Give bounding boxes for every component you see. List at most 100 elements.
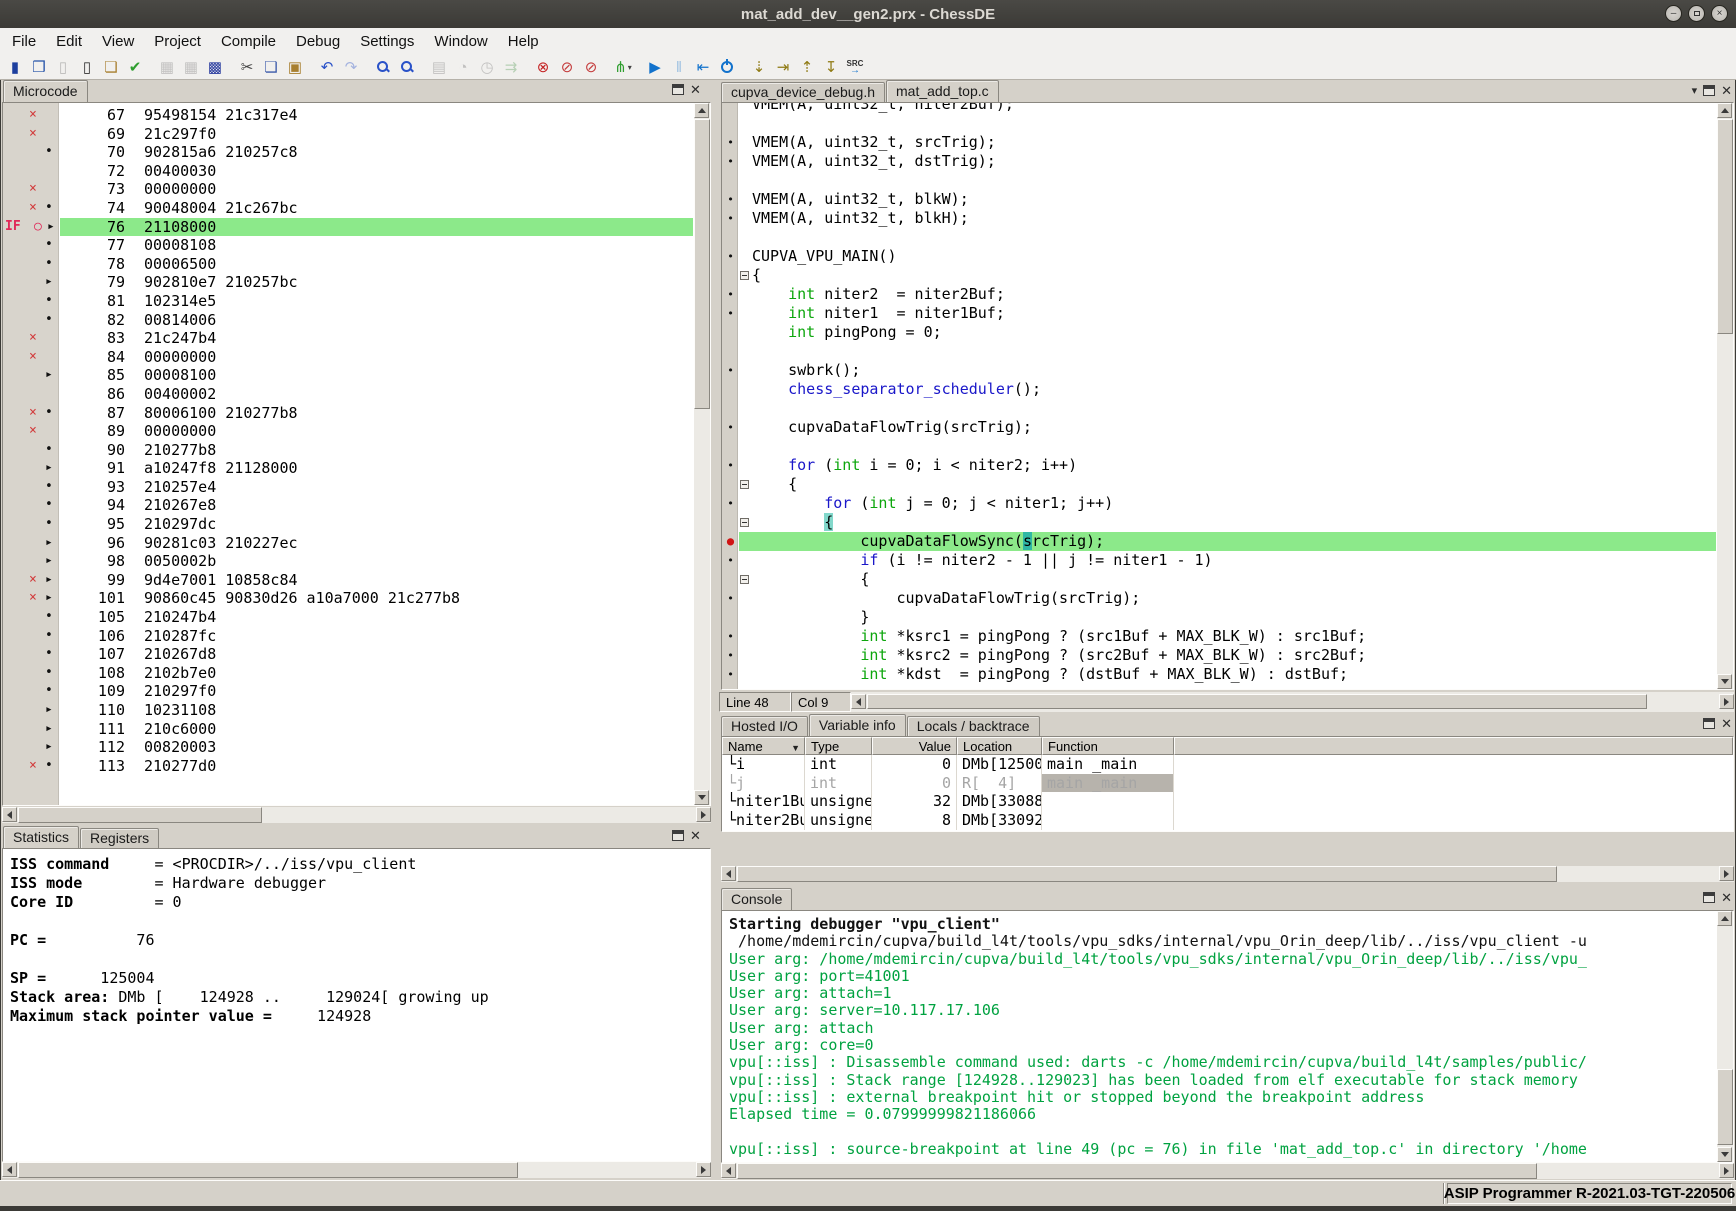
float-panel-icon[interactable]: [1703, 892, 1715, 903]
fold-collapse-icon[interactable]: [740, 480, 749, 489]
column-header-function[interactable]: Function: [1042, 737, 1174, 755]
microcode-row[interactable]: •94210267e8: [3, 496, 693, 515]
code-line[interactable]: [722, 399, 1716, 418]
menu-item-project[interactable]: Project: [144, 29, 211, 54]
toolbar-button-copy[interactable]: ❏: [259, 56, 283, 78]
code-line-gutter[interactable]: •: [722, 646, 739, 665]
code-line[interactable]: •VMEM(A, uint32_t, srcTrig);: [722, 133, 1716, 152]
tab-mat-add-top-c[interactable]: mat_add_top.c: [886, 80, 999, 102]
code-line-gutter[interactable]: [722, 266, 739, 285]
scrollbar-thumb[interactable]: [1717, 119, 1733, 334]
code-line-gutter[interactable]: •: [722, 665, 739, 684]
code-line[interactable]: • int *ksrc2 = pingPong ? (src2Buf + MAX…: [722, 646, 1716, 665]
code-line[interactable]: [722, 171, 1716, 190]
float-panel-icon[interactable]: [1703, 718, 1715, 729]
toolbar-button-run-to-cursor[interactable]: ↧: [819, 56, 843, 78]
fold-collapse-icon[interactable]: [740, 271, 749, 280]
code-line[interactable]: int pingPong = 0;: [722, 323, 1716, 342]
code-line[interactable]: chess_separator_scheduler();: [722, 380, 1716, 399]
code-line[interactable]: • if (i != niter2 - 1 || j != niter1 - 1…: [722, 551, 1716, 570]
variable-row[interactable]: └niter1Bufunsigned32DMb[33088]: [722, 792, 1733, 811]
code-line[interactable]: •VMEM(A, uint32_t, blkH);: [722, 209, 1716, 228]
microcode-row[interactable]: ×8321c247b4: [3, 329, 693, 348]
microcode-row[interactable]: 8600400002: [3, 385, 693, 404]
menu-item-compile[interactable]: Compile: [211, 29, 286, 54]
close-button[interactable]: ×: [1711, 5, 1728, 22]
code-line-gutter[interactable]: •: [722, 494, 739, 513]
console-hscrollbar[interactable]: [721, 1163, 1734, 1179]
close-panel-icon[interactable]: ✕: [690, 84, 701, 95]
statistics-hscrollbar[interactable]: [2, 1162, 711, 1178]
code-line[interactable]: • int niter2 = niter2Buf;: [722, 285, 1716, 304]
toolbar-button-stop[interactable]: ⊗: [531, 56, 555, 78]
code-line[interactable]: [722, 437, 1716, 456]
toolbar-button-scheduler-options[interactable]: ⋔▾: [611, 56, 635, 78]
column-header-value[interactable]: Value: [872, 737, 957, 755]
float-panel-icon[interactable]: [1703, 85, 1715, 96]
microcode-row[interactable]: 7200400030: [3, 162, 693, 181]
code-line[interactable]: VMEM(A, uint32_t, niter2Buf);: [722, 102, 1716, 114]
tab-locals-backtrace[interactable]: Locals / backtrace: [907, 716, 1040, 736]
microcode-row[interactable]: ×8900000000: [3, 422, 693, 441]
microcode-row[interactable]: ×6795498154 21c317e4: [3, 106, 693, 125]
toolbar-button-step-over[interactable]: ⇥: [771, 56, 795, 78]
code-line-gutter[interactable]: •: [722, 152, 739, 171]
code-line-gutter[interactable]: [722, 570, 739, 589]
microcode-row[interactable]: •7800006500: [3, 255, 693, 274]
code-line[interactable]: • cupvaDataFlowTrig(srcTrig);: [722, 589, 1716, 608]
editor-vscrollbar[interactable]: [1717, 103, 1733, 689]
minimize-button[interactable]: –: [1665, 5, 1682, 22]
code-line-gutter[interactable]: [722, 342, 739, 361]
code-line-gutter[interactable]: [722, 399, 739, 418]
microcode-row[interactable]: ×▸10190860c45 90830d26 a10a7000 21c277b8: [3, 589, 693, 608]
code-line-gutter[interactable]: [722, 608, 739, 627]
code-line-gutter[interactable]: •: [722, 627, 739, 646]
toolbar-button-project-database[interactable]: ▮: [3, 56, 27, 78]
code-line[interactable]: • int *ksrc1 = pingPong ? (src1Buf + MAX…: [722, 627, 1716, 646]
scrollbar-thumb[interactable]: [737, 866, 1557, 882]
microcode-row[interactable]: •105210247b4: [3, 608, 693, 627]
scrollbar-thumb[interactable]: [867, 694, 1647, 709]
code-line[interactable]: •VMEM(A, uint32_t, blkW);: [722, 190, 1716, 209]
code-line-gutter[interactable]: [722, 513, 739, 532]
microcode-hscrollbar[interactable]: [2, 807, 711, 823]
tab-statistics[interactable]: Statistics: [3, 826, 79, 848]
column-header-location[interactable]: Location: [957, 737, 1042, 755]
microcode-row[interactable]: ×•8780006100 210277b8: [3, 404, 693, 423]
code-line-gutter[interactable]: [722, 114, 739, 133]
maximize-button[interactable]: [1688, 5, 1705, 22]
scrollbar-thumb[interactable]: [694, 119, 710, 409]
code-line-gutter[interactable]: •: [722, 589, 739, 608]
close-panel-icon[interactable]: ✕: [690, 830, 701, 841]
scrollbar-thumb[interactable]: [18, 807, 262, 823]
code-line-gutter[interactable]: ●: [722, 532, 739, 551]
code-line[interactable]: • cupvaDataFlowTrig(srcTrig);: [722, 418, 1716, 437]
code-line-gutter[interactable]: •: [722, 418, 739, 437]
float-panel-icon[interactable]: [672, 84, 684, 95]
title-bar[interactable]: mat_add_dev__gen2.prx - ChessDE – ×: [0, 0, 1736, 28]
code-line[interactable]: ● cupvaDataFlowSync(srcTrig);: [722, 532, 1716, 551]
microcode-row[interactable]: •107210267d8: [3, 645, 693, 664]
microcode-row[interactable]: •93210257e4: [3, 478, 693, 497]
column-header-name[interactable]: Name▼: [722, 737, 805, 755]
microcode-row[interactable]: ×•113210277d0: [3, 757, 693, 776]
code-line[interactable]: [722, 342, 1716, 361]
microcode-row[interactable]: •106210287fc: [3, 627, 693, 646]
toolbar-button-cut[interactable]: ✂: [235, 56, 259, 78]
microcode-row[interactable]: •7700008108: [3, 236, 693, 255]
tab-cupva-device-debug-h[interactable]: cupva_device_debug.h: [721, 82, 885, 102]
code-line[interactable]: • for (int j = 0; j < niter1; j++): [722, 494, 1716, 513]
toolbar-button-apply-check[interactable]: ✔: [123, 56, 147, 78]
menu-item-debug[interactable]: Debug: [286, 29, 350, 54]
toolbar-button-find-replace[interactable]: [395, 56, 419, 78]
source-editor[interactable]: VMEM(A, uint32_t, niter2Buf); •VMEM(A, ui…: [721, 102, 1734, 690]
close-panel-icon[interactable]: ✕: [1721, 718, 1732, 729]
menu-item-view[interactable]: View: [92, 29, 144, 54]
microcode-row[interactable]: •81102314e5: [3, 292, 693, 311]
microcode-row[interactable]: •70902815a6 210257c8: [3, 143, 693, 162]
code-line[interactable]: {: [722, 570, 1716, 589]
code-line-gutter[interactable]: [722, 437, 739, 456]
editor-hscrollbar[interactable]: [851, 692, 1734, 712]
microcode-row[interactable]: ×•7490048004 21c267bc: [3, 199, 693, 218]
statistics-panel[interactable]: ISS command = <PROCDIR>/../iss/vpu_clien…: [2, 848, 711, 1162]
